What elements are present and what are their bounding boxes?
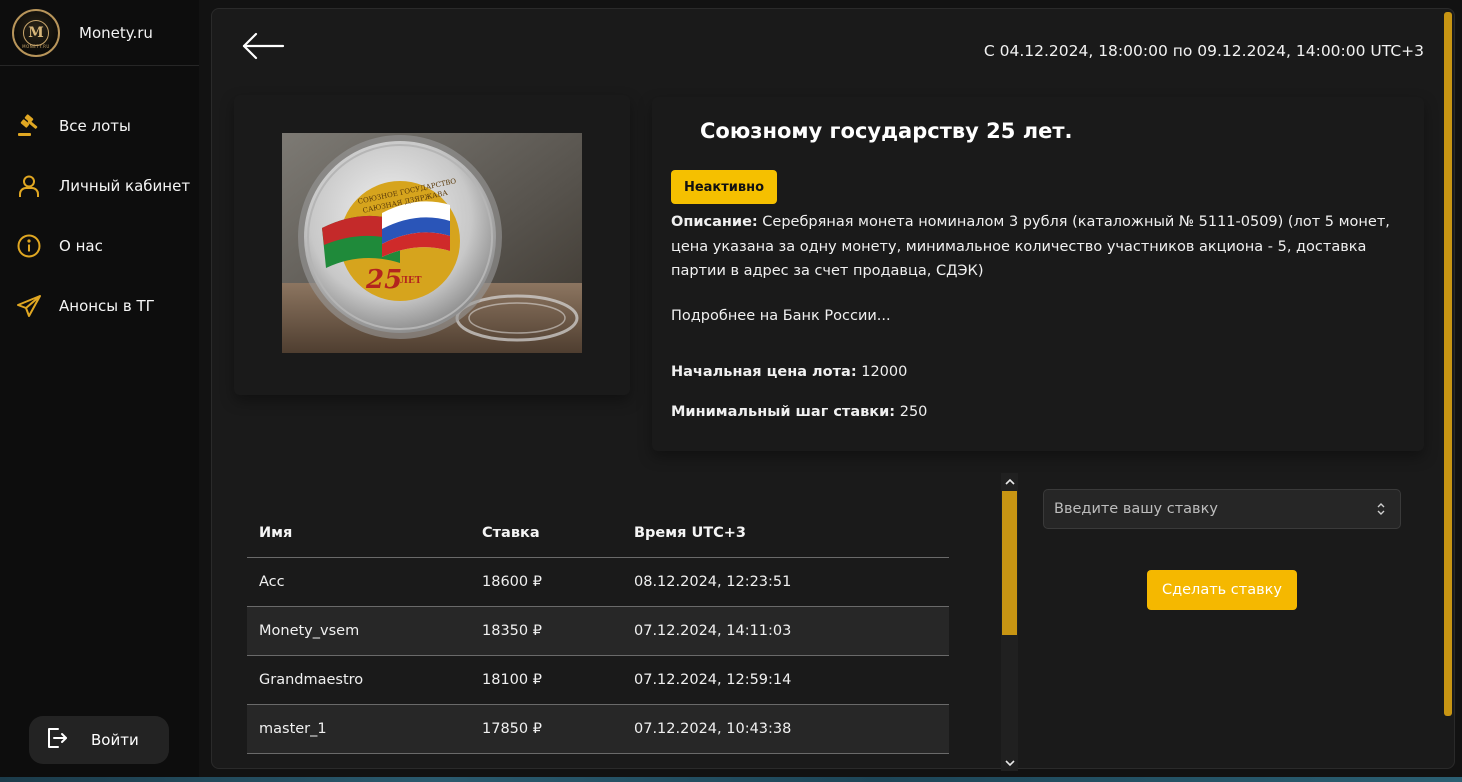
svg-text:ЛЕТ: ЛЕТ (400, 276, 422, 286)
bid-amount-input[interactable] (1054, 501, 1354, 517)
page-scrollbar-thumb[interactable] (1444, 12, 1452, 716)
lot-image-card: 25 ЛЕТ СОЮЗНОЕ ГОСУДАРСТВО САЮЗНАЯ ДЗЯРЖ… (234, 95, 630, 395)
bid-name: Grandmaestro (259, 672, 364, 688)
scroll-down-icon[interactable] (1001, 754, 1018, 771)
place-bid-button[interactable]: Сделать ставку (1147, 570, 1297, 610)
table-row: Monety_vsem 18350 ₽ 07.12.2024, 14:11:03 (247, 607, 949, 656)
login-button[interactable]: Войти (29, 716, 169, 764)
stepper-icon[interactable] (1376, 500, 1386, 522)
login-icon (45, 726, 69, 754)
sidebar-nav: Все лоты Личный кабинет О нас Анонсы в Т… (0, 96, 199, 336)
back-button[interactable] (242, 31, 286, 65)
sidebar-item-label: О нас (59, 237, 103, 255)
info-icon (16, 233, 42, 259)
user-icon (16, 173, 42, 199)
lot-description: Описание: Серебряная монета номиналом 3 … (671, 210, 1411, 284)
bid-time: 07.12.2024, 10:43:38 (634, 721, 792, 737)
brand[interactable]: M MONETY.RU Monety.ru (0, 0, 199, 66)
start-price-label: Начальная цена лота: (671, 364, 857, 380)
sidebar-item-label: Все лоты (59, 117, 131, 135)
sidebar-item-about[interactable]: О нас (0, 216, 199, 276)
description-text: Серебряная монета номиналом 3 рубля (кат… (671, 214, 1390, 279)
header-name: Имя (259, 524, 293, 541)
bids-scrollbar-thumb[interactable] (1002, 491, 1017, 635)
arrow-left-icon (242, 32, 285, 60)
bid-name: Monety_vsem (259, 623, 360, 639)
sidebar-item-telegram[interactable]: Анонсы в ТГ (0, 276, 199, 336)
telegram-icon (16, 293, 42, 319)
sidebar: M MONETY.RU Monety.ru Все лоты Личный ка… (0, 0, 199, 777)
sidebar-item-profile[interactable]: Личный кабинет (0, 156, 199, 216)
sidebar-item-label: Личный кабинет (59, 177, 191, 195)
lot-detail-panel: С 04.12.2024, 18:00:00 по 09.12.2024, 14… (211, 8, 1455, 771)
header-time: Время UTC+3 (634, 524, 747, 541)
lot-title: Союзному государству 25 лет. (700, 119, 1073, 143)
coin-photo[interactable]: 25 ЛЕТ СОЮЗНОЕ ГОСУДАРСТВО САЮЗНАЯ ДЗЯРЖ… (282, 133, 582, 353)
lot-info-card: Союзному государству 25 лет. Неактивно О… (652, 97, 1424, 451)
header-bid: Ставка (482, 524, 540, 541)
svg-text:25: 25 (365, 265, 402, 295)
bid-amount: 17850 ₽ (482, 721, 542, 737)
logo-sub: MONETY.RU (22, 43, 50, 49)
sidebar-item-all-lots[interactable]: Все лоты (0, 96, 199, 156)
sidebar-item-label: Анонсы в ТГ (59, 297, 155, 315)
min-step-value: 250 (895, 404, 928, 420)
bid-amount: 18600 ₽ (482, 574, 542, 590)
taskbar-strip (0, 777, 1462, 782)
auction-date-range: С 04.12.2024, 18:00:00 по 09.12.2024, 14… (983, 42, 1424, 60)
bids-table-header: Имя Ставка Время UTC+3 (247, 508, 949, 558)
bid-amount: 18350 ₽ (482, 623, 542, 639)
description-label: Описание: (671, 214, 758, 230)
bids-table: Имя Ставка Время UTC+3 Acc 18600 ₽ 08.12… (247, 508, 949, 754)
table-row: master_1 17850 ₽ 07.12.2024, 10:43:38 (247, 705, 949, 754)
gavel-icon (16, 113, 42, 139)
bid-time: 07.12.2024, 12:59:14 (634, 672, 792, 688)
start-price: Начальная цена лота: 12000 (671, 364, 907, 380)
table-row: Acc 18600 ₽ 08.12.2024, 12:23:51 (247, 558, 949, 607)
min-step-label: Минимальный шаг ставки: (671, 404, 896, 420)
brand-logo: M MONETY.RU (12, 8, 60, 57)
min-step: Минимальный шаг ставки: 250 (671, 404, 927, 420)
bids-scrollbar[interactable] (1001, 473, 1018, 771)
status-badge: Неактивно (671, 170, 777, 204)
table-row: Grandmaestro 18100 ₽ 07.12.2024, 12:59:1… (247, 656, 949, 705)
start-price-value: 12000 (856, 364, 908, 380)
bid-name: master_1 (259, 721, 327, 737)
brand-name: Monety.ru (79, 23, 153, 42)
bid-time: 07.12.2024, 14:11:03 (634, 623, 792, 639)
bid-name: Acc (259, 574, 285, 590)
scroll-up-icon[interactable] (1001, 473, 1018, 490)
bid-time: 08.12.2024, 12:23:51 (634, 574, 792, 590)
bid-amount-field[interactable] (1043, 489, 1401, 529)
bid-amount: 18100 ₽ (482, 672, 542, 688)
logo-letter: M (23, 19, 49, 46)
bank-of-russia-link[interactable]: Подробнее на Банк России... (671, 308, 891, 324)
login-label: Войти (91, 731, 139, 749)
